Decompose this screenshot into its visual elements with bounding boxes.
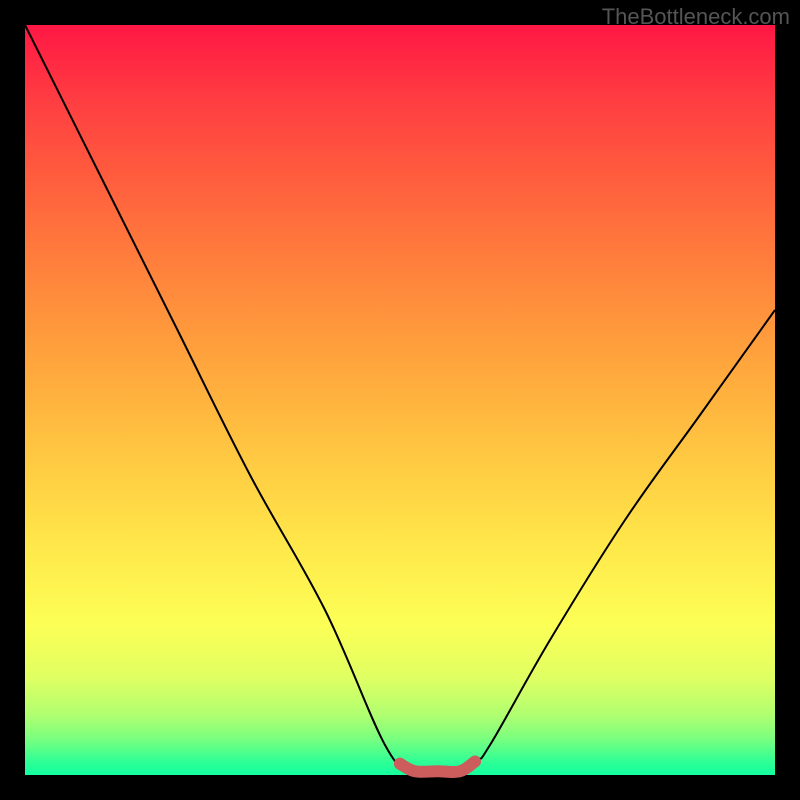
curve-overlay	[25, 25, 775, 775]
gradient-plot-area	[25, 25, 775, 775]
attribution-text: TheBottleneck.com	[602, 4, 790, 30]
optimal-highlight-path	[400, 762, 475, 773]
chart-container: TheBottleneck.com	[0, 0, 800, 800]
highlight-start-dot	[394, 758, 406, 770]
bottleneck-curve-path	[25, 25, 775, 778]
